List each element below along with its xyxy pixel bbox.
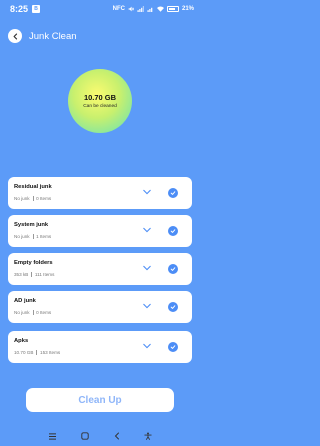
nfc-icon: NFC xyxy=(112,6,125,12)
meta-divider xyxy=(31,272,32,277)
signal-icon-2 xyxy=(147,6,154,12)
checked-icon[interactable] xyxy=(168,342,178,352)
category-name: System junk xyxy=(14,222,49,228)
category-meta: 353 kB 111 Items xyxy=(14,272,54,277)
category-size: No junk xyxy=(14,310,30,315)
app-header: Junk Clean xyxy=(0,26,200,46)
category-meta: No junk 1 Items xyxy=(14,234,51,239)
arrow-left-icon xyxy=(13,32,17,40)
clean-up-button[interactable]: Clean Up xyxy=(26,388,174,412)
category-meta: No junk 0 Items xyxy=(14,196,51,201)
checked-icon[interactable] xyxy=(168,302,178,312)
category-card-residual-junk[interactable]: Residual junk No junk 0 Items xyxy=(8,177,192,209)
category-name: Residual junk xyxy=(14,184,52,190)
battery-icon xyxy=(166,6,179,12)
wifi-icon xyxy=(156,6,164,12)
category-size: 353 kB xyxy=(14,272,29,277)
checked-icon[interactable] xyxy=(168,226,178,236)
app-notification-icon: B xyxy=(32,5,41,13)
chevron-down-icon[interactable] xyxy=(143,343,151,349)
mute-icon xyxy=(128,6,134,12)
category-name: AD junk xyxy=(14,298,36,304)
category-name: Apks xyxy=(14,338,29,344)
category-size: No junk xyxy=(14,234,30,239)
meta-divider xyxy=(32,196,34,201)
system-nav-bar xyxy=(0,426,200,446)
chevron-down-icon[interactable] xyxy=(143,189,151,195)
chevron-down-icon[interactable] xyxy=(143,227,151,233)
category-card-ad-junk[interactable]: AD junk No junk 0 Items xyxy=(8,291,192,323)
signal-icon xyxy=(137,6,144,12)
status-left: 8:25 B xyxy=(10,4,41,14)
category-count: 153 Items xyxy=(40,350,61,355)
battery-level: 21% xyxy=(181,6,194,12)
back-button[interactable] xyxy=(8,29,22,43)
category-count: 0 Items xyxy=(36,310,52,315)
checked-icon[interactable] xyxy=(168,264,178,274)
category-card-system-junk[interactable]: System junk No junk 1 Items xyxy=(8,215,192,247)
back-nav-icon[interactable] xyxy=(114,427,120,445)
meta-divider xyxy=(32,310,34,315)
status-time: 8:25 xyxy=(10,4,29,14)
checked-icon[interactable] xyxy=(168,188,178,198)
junk-size-value: 10.70 GB xyxy=(83,93,117,102)
chevron-down-icon[interactable] xyxy=(143,303,151,309)
page-title: Junk Clean xyxy=(29,30,77,42)
menu-icon[interactable] xyxy=(48,427,57,445)
accessibility-icon[interactable] xyxy=(144,427,152,445)
chevron-down-icon[interactable] xyxy=(143,265,151,271)
category-count: 1 Items xyxy=(36,234,52,239)
category-size: 10.70 GB xyxy=(14,350,34,355)
status-bar: 8:25 B NFC 21% xyxy=(0,0,200,18)
status-right: NFC 21% xyxy=(113,6,194,12)
category-meta: 10.70 GB 153 Items xyxy=(14,350,60,355)
meta-divider xyxy=(36,350,38,355)
junk-size-circle: 10.70 GB Can be cleaned xyxy=(68,69,132,133)
junk-size-caption: Can be cleaned xyxy=(83,104,117,109)
category-card-empty-folders[interactable]: Empty folders 353 kB 111 Items xyxy=(8,253,192,285)
meta-divider xyxy=(32,234,34,239)
category-size: No junk xyxy=(14,196,30,201)
category-count: 0 Items xyxy=(36,196,52,201)
category-card-apks[interactable]: Apks 10.70 GB 153 Items xyxy=(8,331,192,363)
category-meta: No junk 0 Items xyxy=(14,310,51,315)
category-name: Empty folders xyxy=(14,260,53,266)
category-count: 111 Items xyxy=(34,272,55,277)
home-icon[interactable] xyxy=(81,427,90,445)
